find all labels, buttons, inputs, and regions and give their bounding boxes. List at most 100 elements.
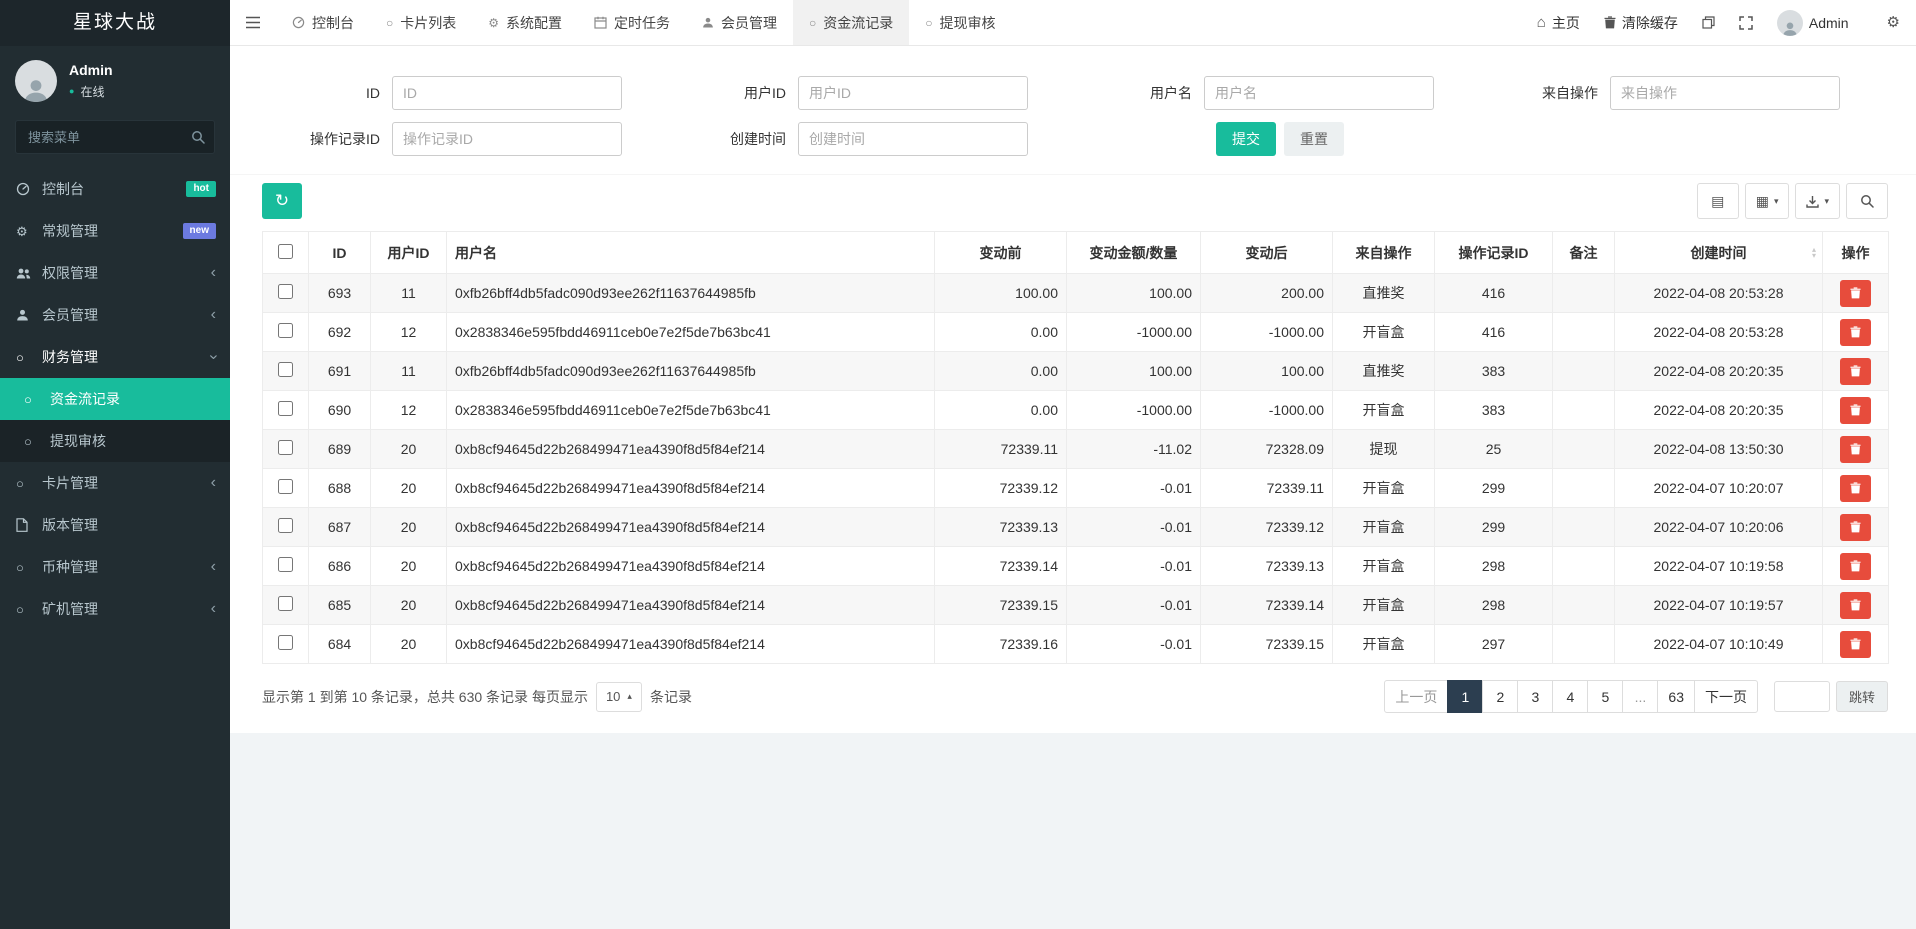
delete-button[interactable]: [1840, 475, 1871, 502]
prev-page-button[interactable]: 上一页: [1384, 680, 1448, 713]
sidebar-item-general[interactable]: ⚙ 常规管理 new: [0, 210, 230, 252]
docs-button[interactable]: [1702, 16, 1715, 29]
sidebar-item-miner[interactable]: ○ 矿机管理 ‹: [0, 588, 230, 630]
clear-cache-button[interactable]: 清除缓存: [1604, 13, 1678, 33]
filter-created-input[interactable]: [798, 122, 1028, 156]
filter-id-label: ID: [262, 85, 392, 101]
menu-search-button[interactable]: [181, 121, 214, 153]
next-page-button[interactable]: 下一页: [1694, 680, 1758, 713]
delete-button[interactable]: [1840, 436, 1871, 463]
filter-created-label: 创建时间: [668, 129, 798, 149]
page-button[interactable]: 3: [1517, 680, 1553, 713]
cell-id: 691: [309, 352, 371, 391]
home-link[interactable]: ⌂ 主页: [1537, 13, 1580, 33]
row-checkbox[interactable]: [278, 401, 293, 416]
row-checkbox[interactable]: [278, 362, 293, 377]
page-button[interactable]: 1: [1447, 680, 1483, 713]
cell-username: 0xb8cf94645d22b268499471ea4390f8d5f84ef2…: [447, 625, 935, 664]
delete-button[interactable]: [1840, 592, 1871, 619]
delete-button[interactable]: [1840, 280, 1871, 307]
sidebar-item-withdraw-audit[interactable]: ○ 提现审核: [0, 420, 230, 462]
cell-source: 直推奖: [1333, 352, 1435, 391]
cell-after: 72339.13: [1201, 547, 1333, 586]
cell-record-id: 299: [1435, 469, 1553, 508]
cell-before: 72339.14: [935, 547, 1067, 586]
home-icon: ⌂: [1537, 15, 1546, 30]
delete-button[interactable]: [1840, 319, 1871, 346]
row-checkbox[interactable]: [278, 323, 293, 338]
delete-button[interactable]: [1840, 358, 1871, 385]
page-size-dropdown[interactable]: 10 ▴: [596, 682, 642, 712]
row-checkbox[interactable]: [278, 557, 293, 572]
caret-down-icon: ▾: [1824, 197, 1829, 206]
sidebar-item-label: 常规管理: [42, 221, 98, 241]
jump-page-input[interactable]: [1774, 681, 1830, 712]
page-button[interactable]: 2: [1482, 680, 1518, 713]
row-checkbox[interactable]: [278, 440, 293, 455]
reset-button[interactable]: 重置: [1284, 122, 1344, 156]
columns-dropdown-button[interactable]: ▦ ▾: [1745, 183, 1790, 219]
col-created[interactable]: 创建时间 ▴ ▾: [1615, 232, 1823, 274]
row-checkbox[interactable]: [278, 635, 293, 650]
trash-icon: [1850, 404, 1861, 416]
toggle-view-button[interactable]: ▤: [1697, 183, 1739, 219]
tab-cron[interactable]: 定时任务: [578, 0, 686, 45]
sidebar-item-coin[interactable]: ○ 币种管理 ‹: [0, 546, 230, 588]
sidebar-item-member[interactable]: 会员管理 ‹: [0, 294, 230, 336]
submit-button[interactable]: 提交: [1216, 122, 1276, 156]
users-icon: [16, 267, 42, 280]
select-all-checkbox[interactable]: [278, 244, 293, 259]
cell-source: 提现: [1333, 430, 1435, 469]
sidebar-item-money-log[interactable]: ○ 资金流记录: [0, 378, 230, 420]
cell-source: 开盲盒: [1333, 391, 1435, 430]
row-checkbox[interactable]: [278, 518, 293, 533]
delete-button[interactable]: [1840, 631, 1871, 658]
delete-button[interactable]: [1840, 397, 1871, 424]
cell-after: -1000.00: [1201, 391, 1333, 430]
page-button[interactable]: 5: [1587, 680, 1623, 713]
sidebar-toggle-button[interactable]: [230, 0, 276, 45]
filter-source-input[interactable]: [1610, 76, 1840, 110]
settings-button[interactable]: ⚙: [1887, 15, 1900, 30]
cell-action: [1823, 547, 1889, 586]
sidebar-item-auth[interactable]: 权限管理 ‹: [0, 252, 230, 294]
online-dot-icon: ●: [69, 87, 74, 96]
page-button[interactable]: 4: [1552, 680, 1588, 713]
filter-record-id-input[interactable]: [392, 122, 622, 156]
row-checkbox[interactable]: [278, 479, 293, 494]
sidebar-item-card[interactable]: ○ 卡片管理 ‹: [0, 462, 230, 504]
search-toggle-button[interactable]: [1846, 183, 1888, 219]
tab-system-config[interactable]: ⚙ 系统配置: [472, 0, 578, 45]
row-checkbox[interactable]: [278, 284, 293, 299]
filter-user-id-input[interactable]: [798, 76, 1028, 110]
filter-username-input[interactable]: [1204, 76, 1434, 110]
page-button: ...: [1622, 680, 1658, 713]
cell-username: 0x2838346e595fbdd46911ceb0e7e2f5de7b63bc…: [447, 313, 935, 352]
tab-console[interactable]: 控制台: [276, 0, 370, 45]
clear-cache-label: 清除缓存: [1622, 13, 1678, 33]
delete-button[interactable]: [1840, 553, 1871, 580]
cell-user-id: 20: [371, 625, 447, 664]
user-menu[interactable]: Admin: [1777, 10, 1849, 36]
cell-created: 2022-04-08 20:20:35: [1615, 352, 1823, 391]
cell-user-id: 20: [371, 430, 447, 469]
tab-money-log[interactable]: ○ 资金流记录: [793, 0, 909, 45]
cell-username: 0xb8cf94645d22b268499471ea4390f8d5f84ef2…: [447, 508, 935, 547]
filter-id-input[interactable]: [392, 76, 622, 110]
row-checkbox[interactable]: [278, 596, 293, 611]
page-button[interactable]: 63: [1657, 680, 1695, 713]
delete-button[interactable]: [1840, 514, 1871, 541]
refresh-button[interactable]: ↻: [262, 183, 302, 219]
export-dropdown-button[interactable]: ▾: [1795, 183, 1840, 219]
col-action: 操作: [1823, 232, 1889, 274]
tab-card-list[interactable]: ○ 卡片列表: [370, 0, 472, 45]
sidebar-item-version[interactable]: 版本管理: [0, 504, 230, 546]
jump-button[interactable]: 跳转: [1836, 681, 1888, 712]
tab-member[interactable]: 会员管理: [686, 0, 793, 45]
tab-withdraw-audit[interactable]: ○ 提现审核: [909, 0, 1011, 45]
cell-record-id: 416: [1435, 274, 1553, 313]
fullscreen-button[interactable]: [1739, 16, 1753, 30]
sidebar-item-console[interactable]: 控制台 hot: [0, 168, 230, 210]
sidebar-item-finance[interactable]: ○ 财务管理 ‹: [0, 336, 230, 378]
cell-created: 2022-04-08 20:53:28: [1615, 274, 1823, 313]
